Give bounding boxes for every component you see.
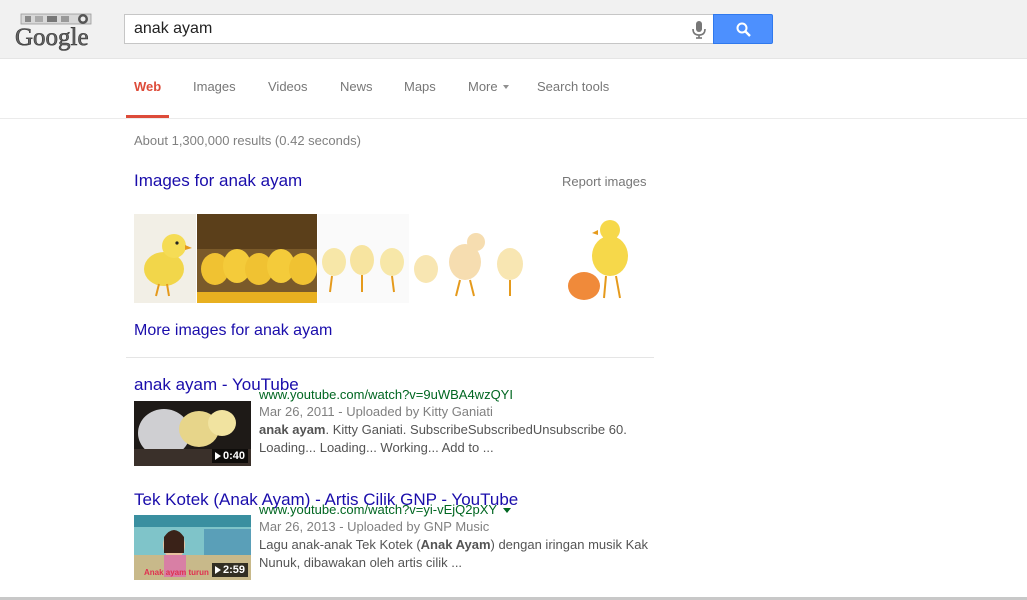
- microphone-icon[interactable]: [691, 21, 707, 39]
- snippet-highlight: anak ayam: [259, 422, 326, 437]
- video-duration-label: 0:40: [222, 450, 245, 462]
- google-logo[interactable]: Google: [15, 12, 101, 52]
- tab-news[interactable]: News: [340, 79, 373, 94]
- chevron-down-icon: [502, 84, 509, 89]
- tab-web[interactable]: Web: [134, 79, 161, 94]
- video-thumbnail[interactable]: 0:40: [134, 401, 251, 466]
- play-icon: [214, 452, 221, 461]
- search-result: Tek Kotek (Anak Ayam) - Artis Cilik GNP …: [134, 490, 654, 582]
- search-result: anak ayam - YouTube 0:40 www.youtube.com…: [134, 375, 654, 467]
- play-icon: [214, 566, 221, 575]
- tab-more[interactable]: More: [468, 79, 509, 94]
- more-images-link[interactable]: More images for anak ayam: [134, 322, 332, 340]
- svg-text:Google: Google: [15, 24, 89, 51]
- image-thumbnail[interactable]: [134, 214, 196, 303]
- report-images-link[interactable]: Report images: [562, 174, 647, 189]
- snippet-highlight: Anak Ayam: [420, 537, 491, 552]
- image-thumbnail[interactable]: [410, 214, 525, 303]
- result-meta: Mar 26, 2013 - Uploaded by GNP Music: [259, 519, 490, 534]
- video-duration-label: 2:59: [222, 564, 245, 576]
- search-input[interactable]: [134, 19, 674, 39]
- search-tabs: Web Images Videos News Maps More Search …: [0, 59, 1027, 119]
- video-duration: 2:59: [211, 563, 248, 577]
- tab-maps[interactable]: Maps: [404, 79, 436, 94]
- image-thumbnail[interactable]: [554, 214, 644, 303]
- result-snippet: anak ayam. Kitty Ganiati. SubscribeSubsc…: [259, 421, 649, 457]
- result-url: www.youtube.com/watch?v=9uWBA4wzQYI: [259, 387, 513, 402]
- snippet-text: Lagu anak-anak Tek Kotek (: [259, 537, 421, 552]
- result-meta: Mar 26, 2011 - Uploaded by Kitty Ganiati: [259, 404, 493, 419]
- images-header-link[interactable]: Images for anak ayam: [134, 171, 302, 191]
- tab-more-label: More: [468, 79, 498, 94]
- tab-images[interactable]: Images: [193, 79, 236, 94]
- active-tab-indicator: [126, 115, 169, 118]
- tab-search-tools[interactable]: Search tools: [537, 79, 609, 94]
- result-url: www.youtube.com/watch?v=yi-vEjQ2pXY: [259, 502, 512, 517]
- image-thumbnail[interactable]: [318, 214, 409, 303]
- svg-text:Anak ayam turun: Anak ayam turun: [144, 568, 209, 577]
- result-url-text: www.youtube.com/watch?v=yi-vEjQ2pXY: [259, 502, 498, 517]
- search-icon: [736, 22, 751, 37]
- result-stats: About 1,300,000 results (0.42 seconds): [134, 133, 361, 148]
- top-bar: Google: [0, 0, 1027, 59]
- image-thumbnail[interactable]: [197, 214, 317, 303]
- video-thumbnail[interactable]: Anak ayam turun 2:59: [134, 515, 251, 580]
- divider: [126, 357, 654, 358]
- search-box[interactable]: [124, 14, 714, 44]
- tab-videos[interactable]: Videos: [268, 79, 308, 94]
- image-thumbnails: [134, 214, 654, 303]
- result-snippet: Lagu anak-anak Tek Kotek (Anak Ayam) den…: [259, 536, 649, 572]
- search-button[interactable]: [713, 14, 773, 44]
- video-duration: 0:40: [211, 449, 248, 463]
- url-dropdown-icon[interactable]: [503, 508, 512, 514]
